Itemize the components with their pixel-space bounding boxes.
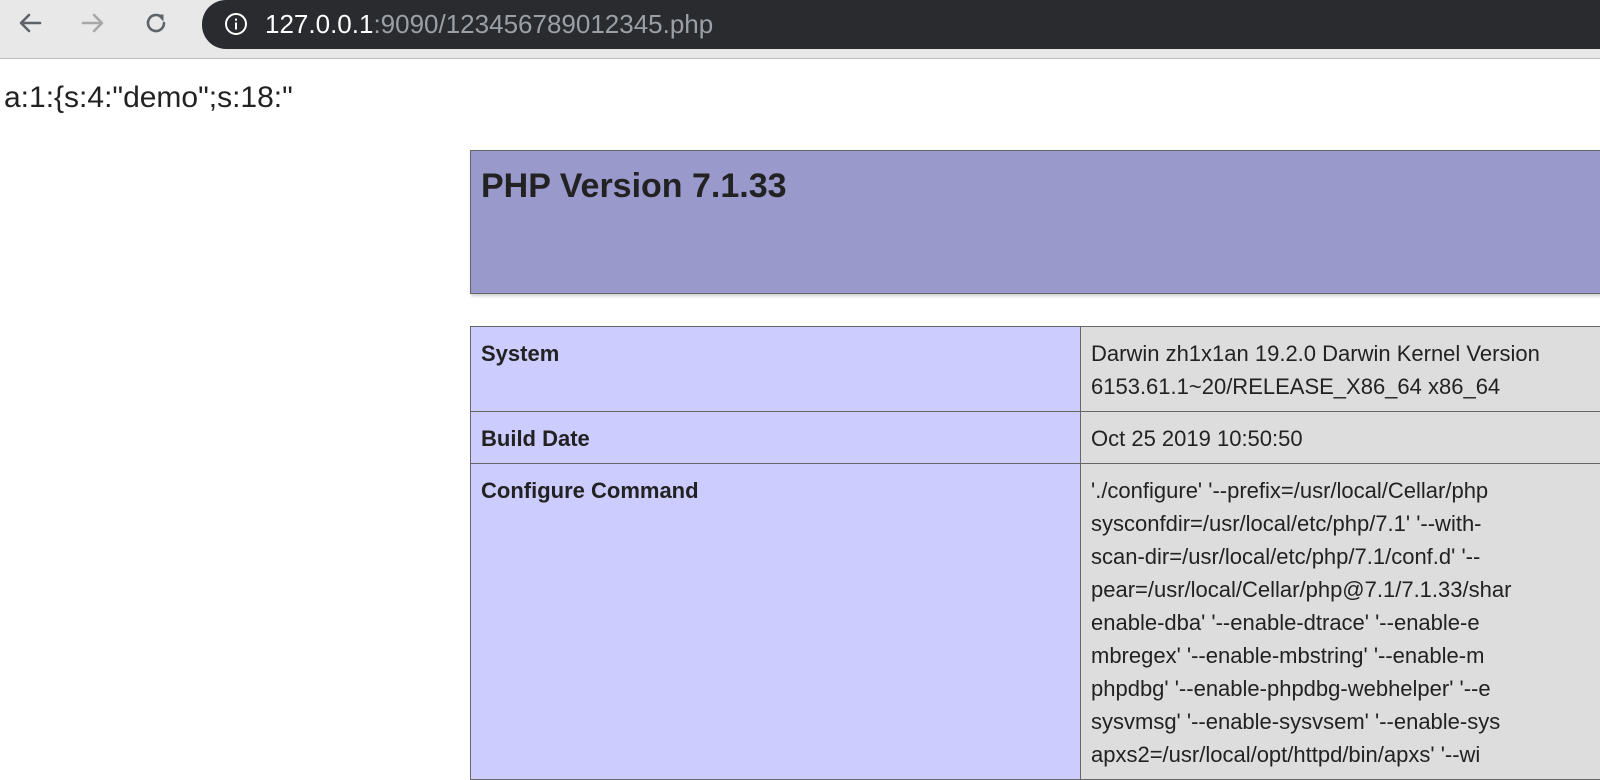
url-path: :9090/123456789012345.php: [373, 9, 713, 39]
back-button[interactable]: [12, 5, 48, 41]
row-value-text: Darwin zh1x1an 19.2.0 Darwin Kernel Vers…: [1091, 337, 1600, 403]
row-key: Build Date: [471, 412, 1081, 464]
page-title: PHP Version 7.1.33: [481, 167, 787, 206]
phpinfo-table: System Darwin zh1x1an 19.2.0 Darwin Kern…: [470, 326, 1600, 780]
browser-toolbar: 127.0.0.1:9090/123456789012345.php: [0, 0, 1600, 59]
table-row: Build Date Oct 25 2019 10:50:50: [471, 412, 1600, 464]
table-row: Configure Command './configure' '--prefi…: [471, 464, 1600, 780]
phpinfo-header: PHP Version 7.1.33: [470, 150, 1600, 294]
reload-icon: [142, 9, 170, 37]
serialized-output: a:1:{s:4:"demo";s:18:": [4, 80, 293, 116]
arrow-right-icon: [80, 10, 106, 36]
reload-button[interactable]: [138, 5, 174, 41]
row-key: System: [471, 327, 1081, 412]
row-value: Darwin zh1x1an 19.2.0 Darwin Kernel Vers…: [1081, 327, 1600, 412]
info-icon[interactable]: [224, 12, 248, 36]
table-row: System Darwin zh1x1an 19.2.0 Darwin Kern…: [471, 327, 1600, 412]
row-value: Oct 25 2019 10:50:50: [1081, 412, 1600, 464]
row-key: Configure Command: [471, 464, 1081, 780]
url-host: 127.0.0.1: [265, 9, 373, 39]
row-value-text: './configure' '--prefix=/usr/local/Cella…: [1091, 474, 1600, 771]
url-text[interactable]: 127.0.0.1:9090/123456789012345.php: [265, 10, 713, 38]
address-bar[interactable]: 127.0.0.1:9090/123456789012345.php: [202, 0, 1600, 49]
arrow-left-icon: [17, 10, 43, 36]
row-value-text: Oct 25 2019 10:50:50: [1091, 422, 1600, 455]
forward-button[interactable]: [75, 5, 111, 41]
row-value: './configure' '--prefix=/usr/local/Cella…: [1081, 464, 1600, 780]
